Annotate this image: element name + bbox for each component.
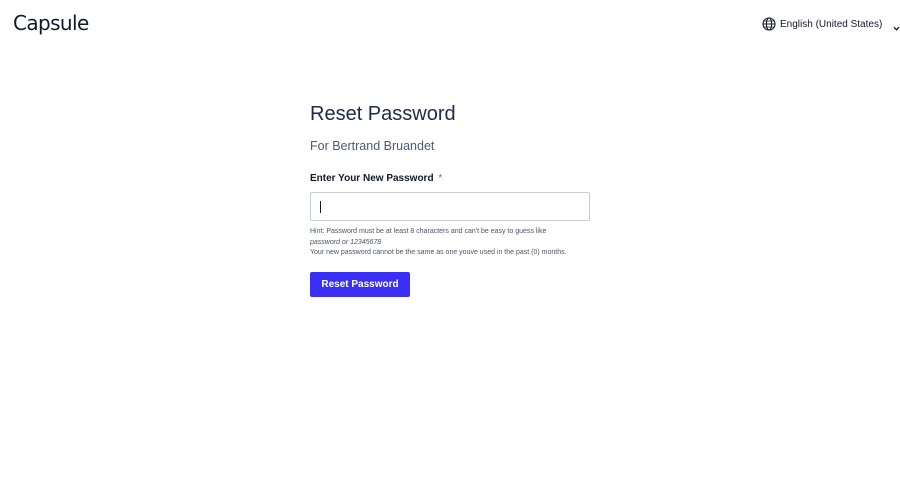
- hint-history-rule: Your new password cannot be the same as …: [310, 249, 567, 256]
- capsule-logo[interactable]: Capsule: [13, 9, 89, 37]
- new-password-label: Enter Your New Password *: [310, 172, 610, 186]
- reset-password-page: Capsule English (United States) Reset Pa…: [0, 0, 900, 484]
- password-input-wrapper: [310, 192, 590, 221]
- language-label: English (United States): [780, 18, 883, 30]
- required-marker: *: [438, 173, 443, 184]
- new-password-label-text: Enter Your New Password: [310, 173, 434, 184]
- reset-password-form: Reset Password For Bertrand Bruandet Ent…: [310, 100, 610, 297]
- language-selector[interactable]: English (United States): [762, 15, 900, 33]
- hint-example-2: 12345678: [350, 238, 382, 246]
- hint-prefix: Hint: Password must be at least 8 charac…: [310, 228, 547, 235]
- globe-icon: [762, 17, 776, 31]
- text-cursor: [320, 201, 321, 213]
- hint-connector: or: [341, 238, 349, 246]
- chevron-down-icon: [892, 20, 900, 31]
- reset-password-button[interactable]: Reset Password: [310, 271, 410, 297]
- page-title: Reset Password: [310, 103, 456, 125]
- hint-example-1: password: [310, 238, 340, 246]
- new-password-input[interactable]: [310, 192, 590, 221]
- password-hint: Hint: Password must be at least 8 charac…: [310, 227, 600, 259]
- user-name-subtitle: For Bertrand Bruandet: [310, 139, 435, 153]
